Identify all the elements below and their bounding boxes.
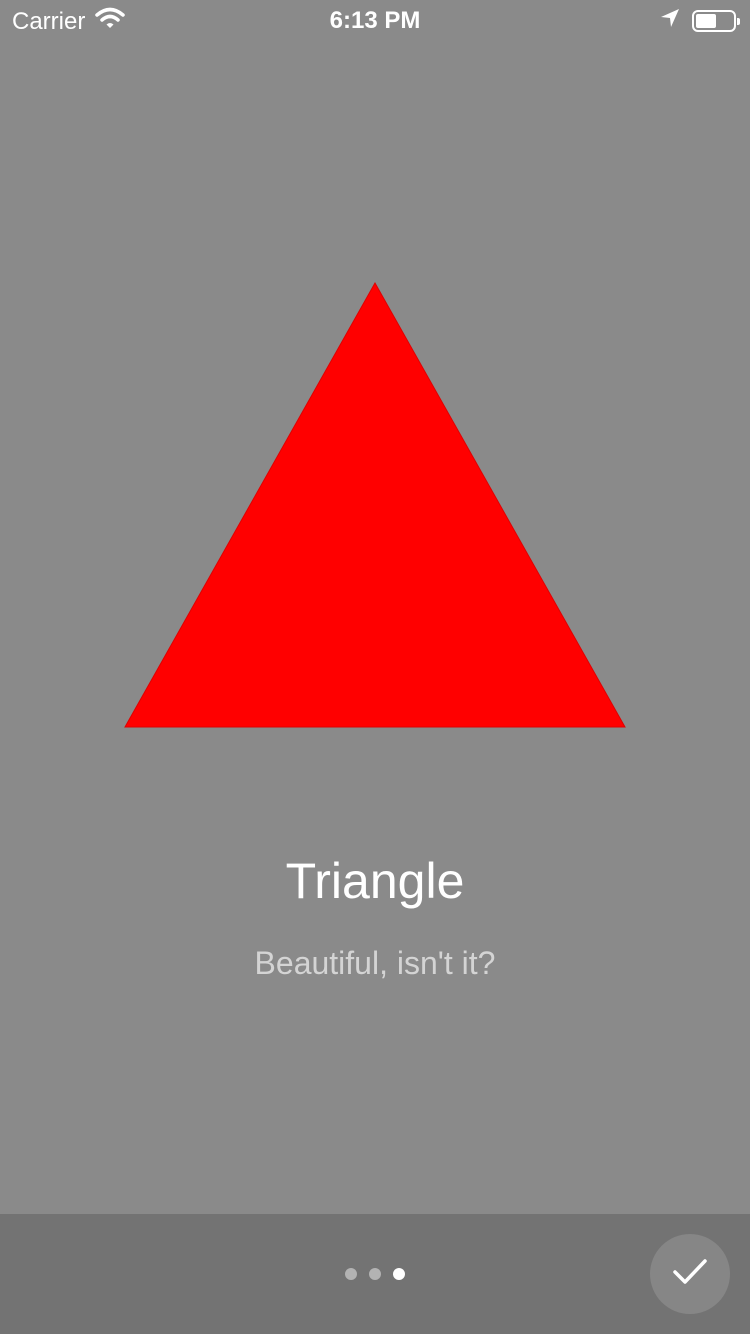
onboarding-screen: Carrier 6:13 PM Triangle Beautiful, isn'… xyxy=(0,0,750,1334)
location-arrow-icon xyxy=(660,8,680,33)
checkmark-icon xyxy=(672,1258,708,1291)
page-indicator[interactable] xyxy=(0,1268,750,1280)
status-bar: Carrier 6:13 PM xyxy=(0,0,750,40)
page-subtitle: Beautiful, isn't it? xyxy=(254,945,496,981)
status-time: 6:13 PM xyxy=(329,7,421,34)
page-dot-2[interactable] xyxy=(369,1268,381,1280)
bottom-bar xyxy=(0,1214,750,1334)
battery-level xyxy=(696,13,716,28)
page-dot-3[interactable] xyxy=(393,1268,405,1280)
battery-tip xyxy=(737,17,740,25)
page-title: Triangle xyxy=(285,853,465,909)
battery-icon xyxy=(692,9,740,32)
status-right xyxy=(660,8,740,33)
page-dot-1[interactable] xyxy=(345,1268,357,1280)
done-button[interactable] xyxy=(650,1234,730,1314)
triangle-illustration xyxy=(124,281,626,728)
triangle-shape xyxy=(124,281,626,728)
